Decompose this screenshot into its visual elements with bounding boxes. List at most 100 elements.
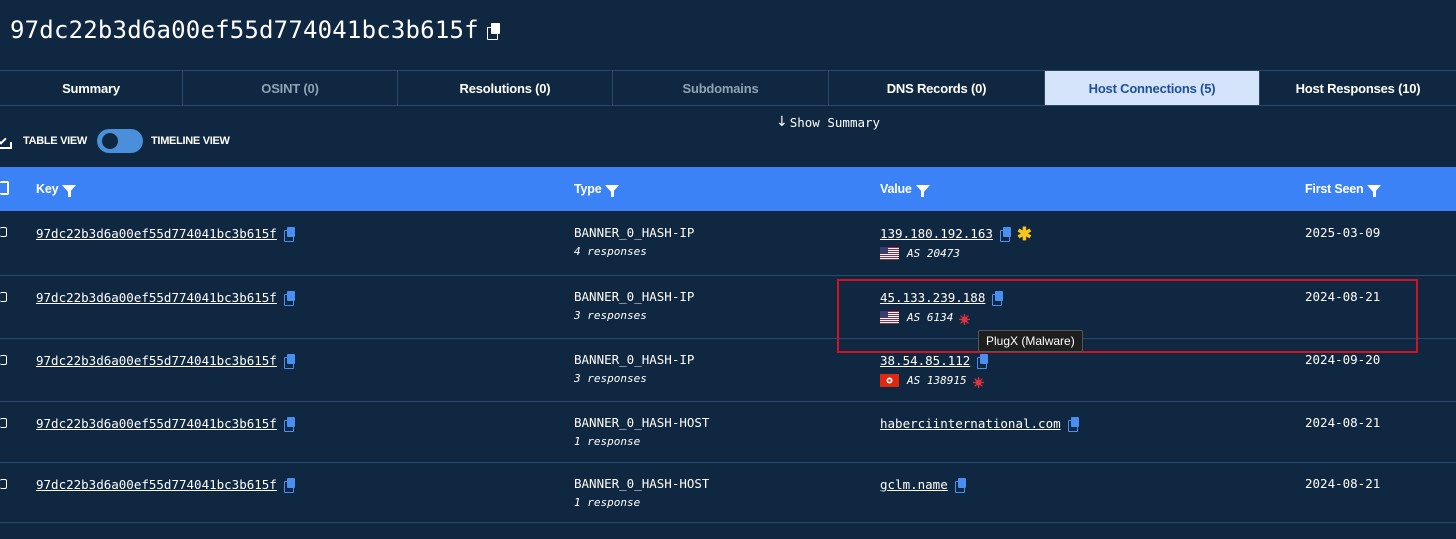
table-row[interactable]: 97dc22b3d6a00ef55d774041bc3b615f BANNER_… <box>0 463 1456 523</box>
table-row[interactable]: 97dc22b3d6a00ef55d774041bc3b615f BANNER_… <box>0 339 1456 402</box>
column-type-label: Type <box>574 182 602 196</box>
value-link[interactable]: 139.180.192.163 <box>880 226 993 241</box>
copy-icon[interactable] <box>486 22 500 40</box>
tab-osint[interactable]: OSINT (0) <box>183 71 398 105</box>
malware-tooltip: PlugX (Malware) <box>978 330 1083 352</box>
timeline-view-label[interactable]: TIMELINE VIEW <box>151 135 230 147</box>
type-text: BANNER_0_HASH-IP <box>574 352 695 367</box>
value-cell: 139.180.192.163 ✱ AS 20473 <box>880 225 1032 260</box>
filter-icon[interactable] <box>605 185 620 197</box>
copy-icon[interactable] <box>954 478 966 494</box>
copy-icon[interactable] <box>1067 417 1079 433</box>
key-link[interactable]: 97dc22b3d6a00ef55d774041bc3b615f <box>36 416 277 431</box>
star-icon: ✱ <box>1016 223 1032 244</box>
value-link[interactable]: haberciinternational.com <box>880 416 1061 431</box>
key-link[interactable]: 97dc22b3d6a00ef55d774041bc3b615f <box>36 477 277 492</box>
type-cell: BANNER_0_HASH-IP 4 responses <box>574 225 694 258</box>
copy-icon[interactable] <box>283 291 295 307</box>
column-header-key[interactable]: Key <box>36 167 77 211</box>
download-icon[interactable] <box>0 133 12 149</box>
type-text: BANNER_0_HASH-HOST <box>574 415 710 430</box>
as-number: AS 20473 <box>907 247 960 260</box>
tab-resolutions[interactable]: Resolutions (0) <box>398 71 613 105</box>
first-seen-cell: 2025-03-09 <box>1305 225 1381 240</box>
row-checkbox[interactable] <box>0 479 7 489</box>
row-checkbox[interactable] <box>0 418 7 428</box>
as-number: AS 138915 <box>907 374 967 387</box>
key-cell: 97dc22b3d6a00ef55d774041bc3b615f <box>36 225 295 243</box>
column-header-type[interactable]: Type <box>574 167 620 211</box>
key-cell: 97dc22b3d6a00ef55d774041bc3b615f <box>36 415 295 433</box>
first-seen-cell: 2024-08-21 <box>1305 415 1381 430</box>
column-value-label: Value <box>880 182 912 196</box>
malware-icon[interactable] <box>959 314 970 325</box>
tab-bar: Summary OSINT (0) Resolutions (0) Subdom… <box>0 70 1456 106</box>
tab-host-connections[interactable]: Host Connections (5) <box>1045 71 1260 105</box>
row-checkbox[interactable] <box>0 292 7 302</box>
column-key-label: Key <box>36 182 59 196</box>
filter-icon[interactable] <box>915 185 930 197</box>
value-cell: haberciinternational.com <box>880 415 1079 433</box>
copy-icon[interactable] <box>977 354 989 370</box>
tab-summary[interactable]: Summary <box>0 71 183 105</box>
table-view-label[interactable]: TABLE VIEW <box>23 135 87 147</box>
key-cell: 97dc22b3d6a00ef55d774041bc3b615f <box>36 476 295 494</box>
select-all-checkbox[interactable] <box>0 181 9 195</box>
key-cell: 97dc22b3d6a00ef55d774041bc3b615f <box>36 352 295 370</box>
value-link[interactable]: 38.54.85.112 <box>880 353 970 368</box>
table-row[interactable]: 97dc22b3d6a00ef55d774041bc3b615f BANNER_… <box>0 276 1456 339</box>
first-seen-cell: 2024-08-21 <box>1305 289 1381 304</box>
filter-icon[interactable] <box>1367 185 1382 197</box>
response-count: 4 responses <box>574 245 647 258</box>
hk-flag-icon <box>880 374 899 387</box>
copy-icon[interactable] <box>999 227 1011 243</box>
key-link[interactable]: 97dc22b3d6a00ef55d774041bc3b615f <box>36 226 277 241</box>
response-count: 3 responses <box>574 372 647 385</box>
table-row[interactable]: 97dc22b3d6a00ef55d774041bc3b615f BANNER_… <box>0 402 1456 463</box>
column-first-seen-label: First Seen <box>1305 182 1364 196</box>
value-cell: 38.54.85.112 AS 138915 <box>880 352 989 388</box>
type-text: BANNER_0_HASH-IP <box>574 289 695 304</box>
copy-icon[interactable] <box>283 354 295 370</box>
copy-icon[interactable] <box>283 227 295 243</box>
show-summary-button[interactable]: ↓ Show Summary <box>776 114 880 130</box>
page-header: 97dc22b3d6a00ef55d774041bc3b615f <box>10 14 500 46</box>
copy-icon[interactable] <box>283 478 295 494</box>
value-link[interactable]: gclm.name <box>880 477 948 492</box>
key-cell: 97dc22b3d6a00ef55d774041bc3b615f <box>36 289 295 307</box>
table-row[interactable]: 97dc22b3d6a00ef55d774041bc3b615f BANNER_… <box>0 211 1456 276</box>
malware-icon[interactable] <box>973 377 984 388</box>
page-title: 97dc22b3d6a00ef55d774041bc3b615f <box>10 16 479 44</box>
toggle-knob <box>102 133 119 149</box>
response-count: 3 responses <box>574 309 647 322</box>
first-seen-cell: 2024-08-21 <box>1305 476 1381 491</box>
row-checkbox[interactable] <box>0 227 7 237</box>
us-flag-icon <box>880 311 899 324</box>
tab-subdomains[interactable]: Subdomains <box>613 71 829 105</box>
us-flag-icon <box>880 247 899 260</box>
type-text: BANNER_0_HASH-HOST <box>574 476 710 491</box>
type-cell: BANNER_0_HASH-HOST 1 response <box>574 415 709 448</box>
response-count: 1 response <box>574 496 641 509</box>
key-link[interactable]: 97dc22b3d6a00ef55d774041bc3b615f <box>36 353 277 368</box>
response-count: 1 response <box>574 435 641 448</box>
arrow-down-icon: ↓ <box>776 114 788 130</box>
view-toggle-switch[interactable] <box>97 129 144 153</box>
tab-dns-records[interactable]: DNS Records (0) <box>829 71 1045 105</box>
column-header-value[interactable]: Value <box>880 167 930 211</box>
value-link[interactable]: 45.133.239.188 <box>880 290 985 305</box>
value-cell: gclm.name <box>880 476 966 494</box>
copy-icon[interactable] <box>283 417 295 433</box>
row-checkbox[interactable] <box>0 355 7 365</box>
type-cell: BANNER_0_HASH-HOST 1 response <box>574 476 709 509</box>
type-cell: BANNER_0_HASH-IP 3 responses <box>574 352 694 385</box>
show-summary-label: Show Summary <box>789 114 881 130</box>
copy-icon[interactable] <box>992 291 1004 307</box>
column-header-first-seen[interactable]: First Seen <box>1305 167 1382 211</box>
view-toggle: TABLE VIEW TIMELINE VIEW <box>0 128 230 154</box>
key-link[interactable]: 97dc22b3d6a00ef55d774041bc3b615f <box>36 290 277 305</box>
type-text: BANNER_0_HASH-IP <box>574 225 695 240</box>
type-cell: BANNER_0_HASH-IP 3 responses <box>574 289 694 322</box>
tab-host-responses[interactable]: Host Responses (10) <box>1260 71 1456 105</box>
filter-icon[interactable] <box>62 185 77 197</box>
